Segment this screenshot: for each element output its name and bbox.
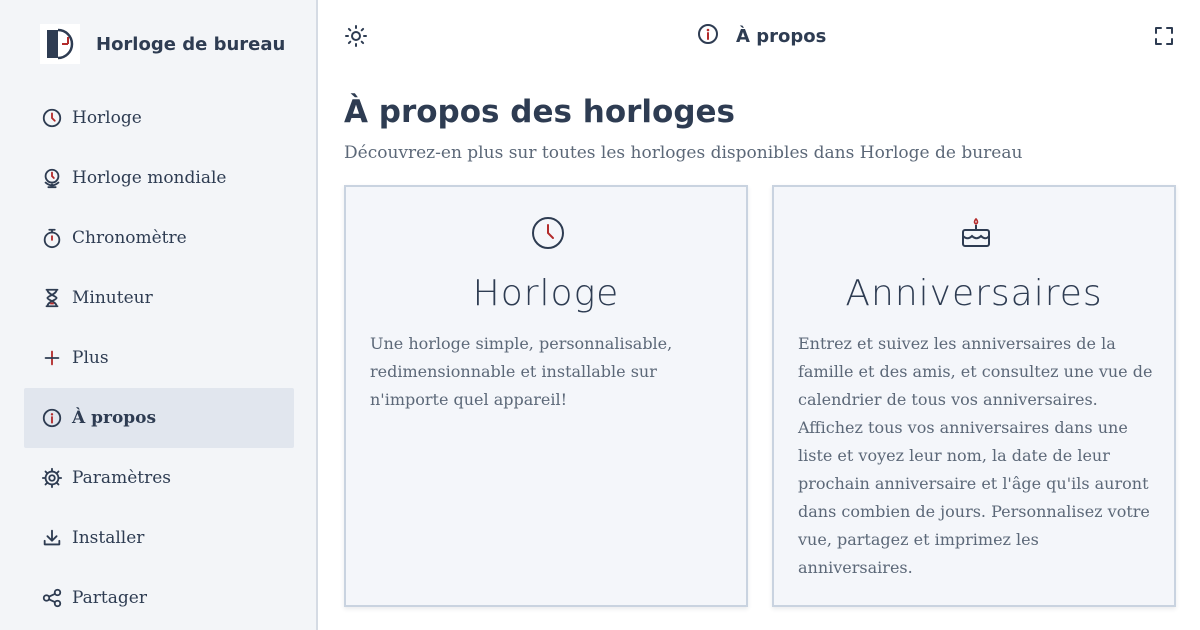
sidebar-item-chronometre[interactable]: Chronomètre — [24, 208, 294, 268]
info-icon — [696, 22, 720, 50]
sidebar-item-partager[interactable]: Partager — [24, 568, 294, 628]
sidebar-item-label: Paramètres — [72, 468, 171, 488]
hourglass-icon — [40, 286, 64, 310]
page-title: À propos des horloges — [344, 94, 735, 130]
sidebar-item-horloge-mondiale[interactable]: Horloge mondiale — [24, 148, 294, 208]
sidebar-item-plus[interactable]: Plus — [24, 328, 294, 388]
birthday-cake-icon — [958, 215, 994, 251]
desk-clock-logo — [40, 24, 80, 64]
app-brand[interactable]: Horloge de bureau — [40, 24, 285, 64]
clock-icon — [40, 106, 64, 130]
info-icon — [40, 406, 64, 430]
card-description: Une horloge simple, personnalisable, red… — [370, 334, 673, 409]
sidebar: Horloge de bureau Horloge Horloge mondia… — [0, 0, 318, 630]
sidebar-item-a-propos[interactable]: À propos — [24, 388, 294, 448]
stopwatch-icon — [40, 226, 64, 250]
share-icon — [40, 586, 64, 610]
top-bar: À propos — [320, 0, 1200, 72]
plus-icon — [40, 346, 64, 370]
sidebar-item-label: Horloge — [72, 108, 142, 128]
sidebar-item-horloge[interactable]: Horloge — [24, 88, 294, 148]
card-description: Entrez et suivez les anniversaires de la… — [798, 334, 1153, 577]
clock-icon — [530, 215, 566, 251]
sidebar-nav: Horloge Horloge mondiale Chronomètre Min… — [24, 88, 294, 628]
card-title: Anniversaires — [845, 273, 1103, 314]
sidebar-item-parametres[interactable]: Paramètres — [24, 448, 294, 508]
top-title-label: À propos — [736, 25, 827, 47]
sidebar-item-label: Chronomètre — [72, 228, 187, 248]
sidebar-item-label: Horloge mondiale — [72, 168, 227, 188]
world-clock-icon — [40, 166, 64, 190]
sidebar-item-label: Minuteur — [72, 288, 153, 308]
main-content: À propos À propos des horloges Découvrez… — [320, 0, 1200, 630]
download-icon — [40, 526, 64, 550]
app-title: Horloge de bureau — [96, 33, 286, 55]
sidebar-item-label: Partager — [72, 588, 147, 608]
card-title: Horloge — [472, 273, 620, 314]
page-subtitle: Découvrez-en plus sur toutes les horloge… — [344, 143, 1023, 163]
birthdays-card[interactable]: Anniversaires Entrez et suivez les anniv… — [772, 185, 1176, 607]
clock-card[interactable]: Horloge Une horloge simple, personnalisa… — [344, 185, 748, 607]
sidebar-item-label: Installer — [72, 528, 145, 548]
top-title: À propos — [696, 24, 826, 48]
sidebar-item-installer[interactable]: Installer — [24, 508, 294, 568]
sidebar-item-label: Plus — [72, 348, 109, 368]
sidebar-item-label: À propos — [72, 408, 157, 428]
fullscreen-icon[interactable] — [1152, 24, 1176, 48]
sun-icon[interactable] — [344, 24, 368, 48]
gear-icon — [40, 466, 64, 490]
sidebar-item-minuteur[interactable]: Minuteur — [24, 268, 294, 328]
